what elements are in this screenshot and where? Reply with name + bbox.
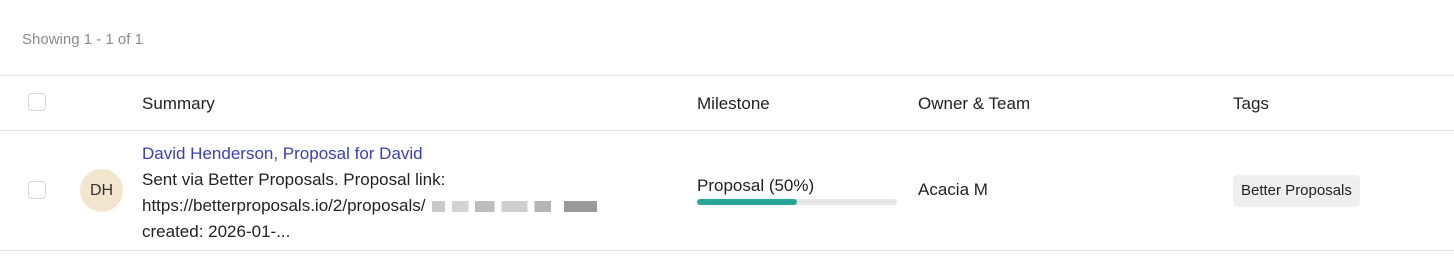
summary-line-1: Sent via Better Proposals. Proposal link… xyxy=(142,170,446,189)
redacted-text xyxy=(431,201,597,213)
milestone-progress-fill xyxy=(697,199,797,205)
deals-list-view: Showing 1 - 1 of 1 Summary Milestone Own… xyxy=(0,0,1454,260)
proposal-link-text: https://betterproposals.io/2/proposals/ xyxy=(142,196,426,215)
deals-table: Summary Milestone Owner & Team Tags DH D… xyxy=(0,75,1454,251)
owner-name: Acacia M xyxy=(918,180,988,199)
column-header-owner-team[interactable]: Owner & Team xyxy=(918,94,1030,114)
milestone-cell: Proposal (50%) xyxy=(697,176,897,205)
avatar: DH xyxy=(80,169,123,212)
summary-line-3: created: 2026-01-... xyxy=(142,222,291,241)
row-select-checkbox[interactable] xyxy=(28,181,46,199)
table-row[interactable]: DH David Henderson, Proposal for David S… xyxy=(0,131,1454,251)
column-header-milestone[interactable]: Milestone xyxy=(697,94,770,114)
milestone-label: Proposal (50%) xyxy=(697,176,815,195)
select-all-checkbox[interactable] xyxy=(28,93,46,111)
pagination-summary: Showing 1 - 1 of 1 xyxy=(22,31,143,48)
summary-cell: David Henderson, Proposal for David Sent… xyxy=(142,141,662,245)
summary-line-2: https://betterproposals.io/2/proposals/ xyxy=(142,193,662,219)
milestone-progress-bar xyxy=(697,199,897,205)
table-header-row: Summary Milestone Owner & Team Tags xyxy=(0,76,1454,131)
deal-title-link[interactable]: David Henderson, Proposal for David xyxy=(142,141,662,167)
column-header-tags[interactable]: Tags xyxy=(1233,94,1269,114)
tag-badge[interactable]: Better Proposals xyxy=(1233,175,1360,207)
column-header-summary[interactable]: Summary xyxy=(142,94,215,114)
